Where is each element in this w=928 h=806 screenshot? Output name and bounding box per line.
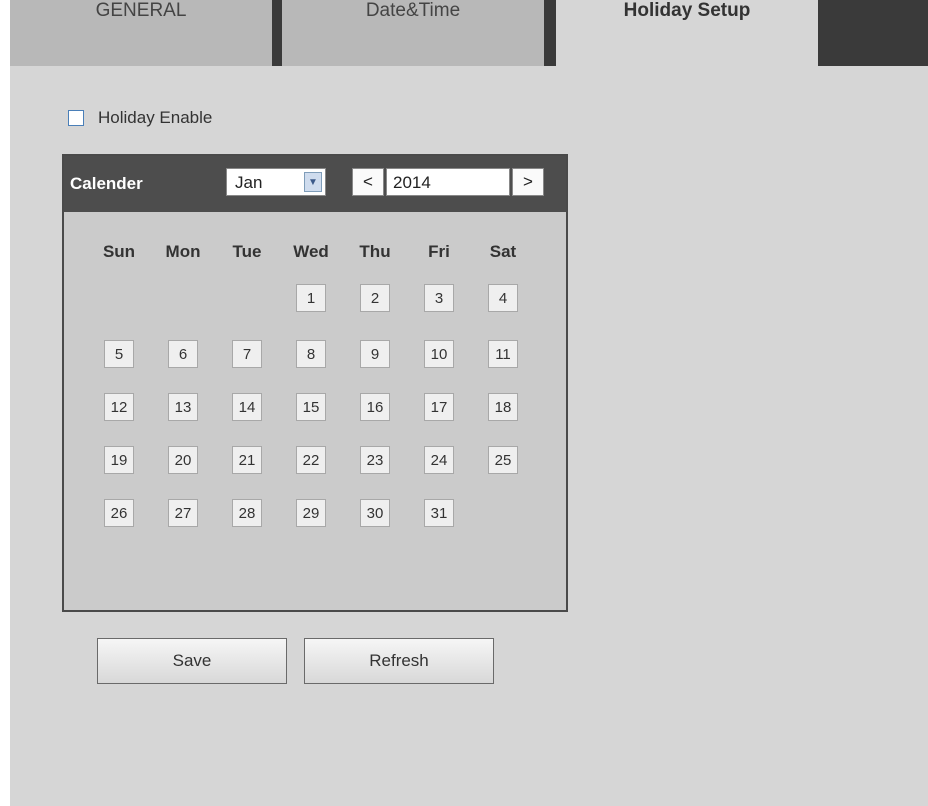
calendar-day-4[interactable]: 4 [488, 284, 518, 312]
chevron-down-icon[interactable]: ▼ [304, 172, 322, 192]
tab-general[interactable]: GENERAL [10, 0, 272, 66]
calendar: Calender Jan ▼ < 2014 > Sun Mon Tue Wed Thu F… [62, 154, 568, 612]
refresh-button[interactable]: Refresh [304, 638, 494, 684]
calendar-day-23[interactable]: 23 [360, 446, 390, 474]
weekday-fri: Fri [428, 242, 450, 261]
calendar-day-19[interactable]: 19 [104, 446, 134, 474]
holiday-enable-row: Holiday Enable [68, 108, 212, 128]
calendar-day-15[interactable]: 15 [296, 393, 326, 421]
calendar-day-26[interactable]: 26 [104, 499, 134, 527]
calendar-day-28[interactable]: 28 [232, 499, 262, 527]
calendar-day-25[interactable]: 25 [488, 446, 518, 474]
calendar-day-16[interactable]: 16 [360, 393, 390, 421]
calendar-day-11[interactable]: 11 [488, 340, 518, 368]
calendar-day-6[interactable]: 6 [168, 340, 198, 368]
calendar-day-29[interactable]: 29 [296, 499, 326, 527]
tab-holiday-setup[interactable]: Holiday Setup [556, 0, 818, 66]
calendar-day-12[interactable]: 12 [104, 393, 134, 421]
calendar-day-18[interactable]: 18 [488, 393, 518, 421]
calendar-day-9[interactable]: 9 [360, 340, 390, 368]
calendar-day-5[interactable]: 5 [104, 340, 134, 368]
calendar-day-3[interactable]: 3 [424, 284, 454, 312]
next-year-button[interactable]: > [512, 168, 544, 196]
calendar-day-21[interactable]: 21 [232, 446, 262, 474]
weekday-sun: Sun [102, 242, 136, 261]
calendar-day-20[interactable]: 20 [168, 446, 198, 474]
weekday-wed: Wed [293, 242, 329, 261]
tab-bar-filler [818, 0, 928, 66]
calendar-day-8[interactable]: 8 [296, 340, 326, 368]
tab-date-time[interactable]: Date&Time [282, 0, 544, 66]
weekday-mon: Mon [165, 242, 201, 261]
calendar-header: Calender Jan ▼ < 2014 > [64, 156, 566, 212]
calendar-day-30[interactable]: 30 [360, 499, 390, 527]
calendar-day-31[interactable]: 31 [424, 499, 454, 527]
month-value: Jan [235, 173, 263, 192]
calendar-day-14[interactable]: 14 [232, 393, 262, 421]
weekday-tue: Tue [232, 242, 262, 261]
tab-separator [544, 0, 556, 66]
save-button[interactable]: Save [97, 638, 287, 684]
weekday-thu: Thu [359, 242, 391, 261]
weekday-sat: Sat [489, 242, 517, 261]
tab-date-time-label: Date&Time [365, 0, 461, 21]
calendar-day-2[interactable]: 2 [360, 284, 390, 312]
tab-holiday-setup-label: Holiday Setup [623, 0, 751, 21]
calendar-day-10[interactable]: 10 [424, 340, 454, 368]
year-input[interactable]: 2014 [386, 168, 510, 196]
tab-general-label: GENERAL [95, 0, 187, 21]
calendar-day-1[interactable]: 1 [296, 284, 326, 312]
tab-separator [272, 0, 282, 66]
calendar-day-7[interactable]: 7 [232, 340, 262, 368]
calendar-day-17[interactable]: 17 [424, 393, 454, 421]
year-value: 2014 [393, 173, 431, 192]
holiday-enable-label: Holiday Enable [98, 108, 213, 127]
prev-year-button[interactable]: < [352, 168, 384, 196]
month-select[interactable]: Jan ▼ [226, 168, 326, 196]
tab-bar: GENERAL Date&Time Holiday Setup [10, 0, 928, 66]
calendar-day-27[interactable]: 27 [168, 499, 198, 527]
calendar-day-13[interactable]: 13 [168, 393, 198, 421]
calendar-day-24[interactable]: 24 [424, 446, 454, 474]
calendar-day-22[interactable]: 22 [296, 446, 326, 474]
calendar-title: Calender [70, 174, 143, 193]
holiday-enable-checkbox[interactable] [68, 110, 84, 126]
